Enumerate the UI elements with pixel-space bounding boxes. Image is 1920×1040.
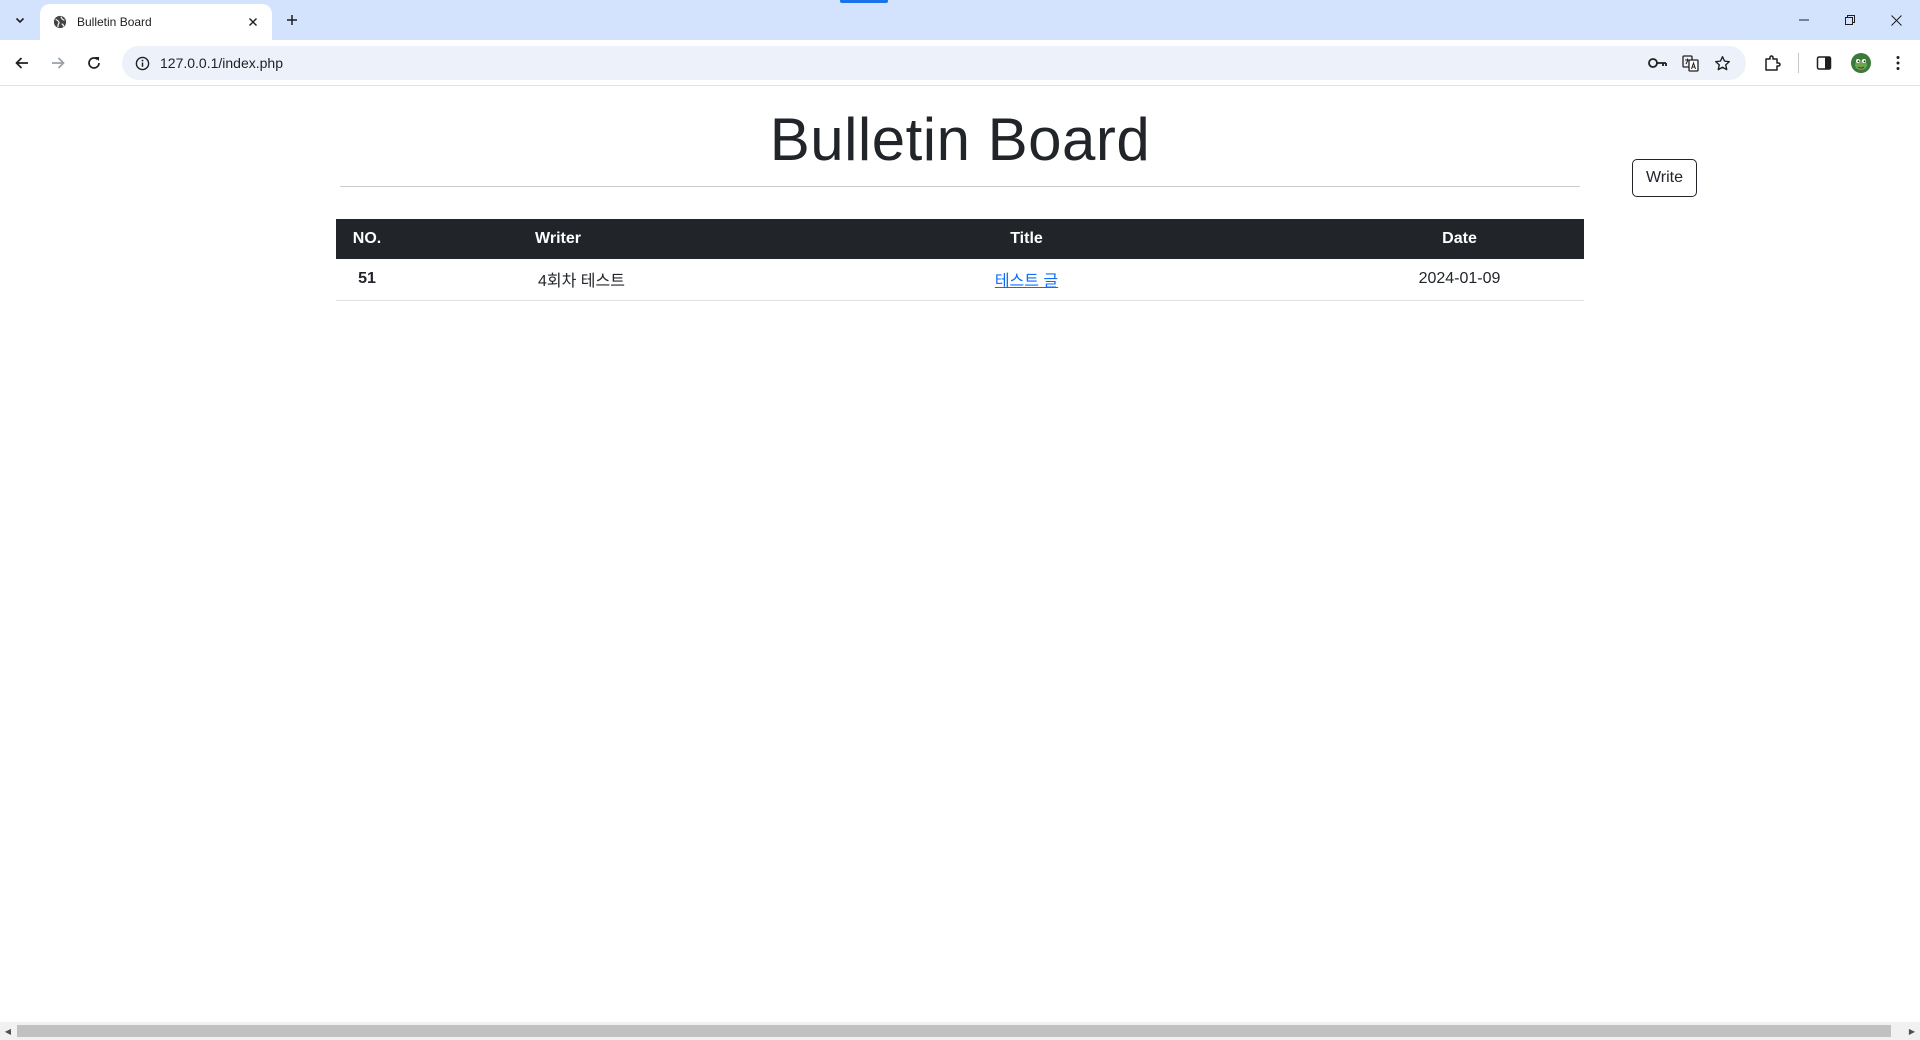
tab-search-button[interactable]	[6, 8, 34, 32]
toolbar-divider	[1798, 53, 1799, 73]
scroll-left-arrow[interactable]: ◀	[0, 1022, 16, 1040]
close-tab-button[interactable]	[244, 13, 262, 31]
row-date: 2024-01-09	[1418, 270, 1501, 288]
write-button[interactable]: Write	[1632, 159, 1697, 197]
extensions-icon[interactable]	[1756, 47, 1788, 79]
header-date: Date	[1442, 230, 1477, 247]
browser-tab[interactable]: Bulletin Board	[40, 4, 272, 40]
close-window-button[interactable]	[1873, 0, 1919, 40]
key-icon[interactable]	[1642, 46, 1674, 80]
board-table: NO. Writer Title Date 51 4회차 테스트 테스트 글 2…	[336, 219, 1584, 301]
header-title: Title	[1010, 230, 1043, 247]
title-divider	[340, 186, 1580, 187]
star-icon[interactable]	[1706, 46, 1738, 80]
chevron-down-icon	[15, 17, 25, 24]
row-writer: 4회차 테스트	[538, 273, 625, 291]
back-button[interactable]	[6, 47, 38, 79]
tab-strip: Bulletin Board	[0, 0, 1920, 40]
table-row: 51 4회차 테스트 테스트 글 2024-01-09	[336, 259, 1584, 300]
scroll-right-arrow[interactable]: ▶	[1904, 1022, 1920, 1040]
tab-title: Bulletin Board	[77, 15, 152, 29]
arrow-right-icon	[52, 57, 65, 69]
post-title-link[interactable]: 테스트 글	[995, 273, 1058, 290]
header-writer: Writer	[535, 230, 581, 247]
close-icon	[1890, 14, 1902, 26]
restore-icon	[1845, 15, 1855, 25]
restore-button[interactable]	[1827, 0, 1873, 40]
header-no: NO.	[352, 230, 382, 247]
scrollbar-thumb[interactable]	[17, 1025, 1891, 1037]
horizontal-scrollbar[interactable]: ◀ ▶	[0, 1022, 1920, 1040]
side-panel-icon[interactable]	[1808, 47, 1840, 79]
translate-icon[interactable]	[1674, 46, 1706, 80]
url-text: 127.0.0.1/index.php	[160, 55, 283, 71]
address-bar[interactable]: 127.0.0.1/index.php	[122, 46, 1746, 80]
reload-icon	[88, 57, 100, 69]
table-header-row: NO. Writer Title Date	[336, 219, 1584, 259]
forward-button[interactable]	[42, 47, 74, 79]
plus-icon	[287, 15, 297, 25]
browser-toolbar: 127.0.0.1/index.php	[0, 40, 1920, 86]
tab-loading-indicator	[840, 0, 888, 3]
row-title-cell: 테스트 글	[718, 259, 1335, 300]
close-icon	[249, 18, 257, 26]
minimize-button[interactable]	[1781, 0, 1827, 40]
reload-button[interactable]	[78, 47, 110, 79]
arrow-left-icon	[15, 57, 28, 69]
profile-avatar[interactable]	[1845, 47, 1877, 79]
menu-icon[interactable]	[1882, 47, 1914, 79]
page-content: Bulletin Board Write NO. Writer Title Da…	[0, 87, 1920, 1022]
new-tab-button[interactable]	[280, 8, 304, 32]
minimize-icon	[1799, 19, 1809, 21]
site-info-icon[interactable]	[132, 53, 152, 73]
row-no: 51	[358, 270, 376, 288]
page-title: Bulletin Board	[769, 106, 1151, 173]
globe-icon	[52, 14, 68, 30]
